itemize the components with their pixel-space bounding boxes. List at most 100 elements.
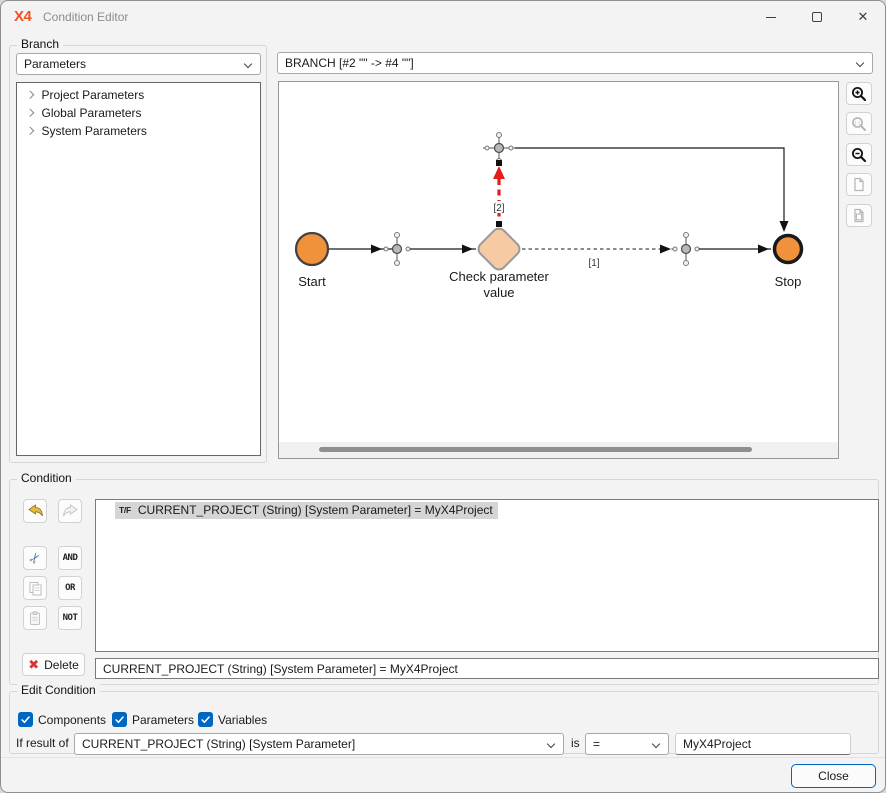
zoom-out-button[interactable] xyxy=(846,143,872,166)
flow-edge[interactable] xyxy=(515,148,784,229)
condition-node-label: value xyxy=(483,285,514,300)
condition-list-row[interactable]: T/F CURRENT_PROJECT (String) [System Par… xyxy=(115,501,878,520)
chevron-down-icon xyxy=(547,740,555,748)
and-button[interactable]: AND xyxy=(58,546,82,570)
chevron-down-icon xyxy=(244,60,252,68)
minimize-button[interactable] xyxy=(748,1,794,33)
condition-group: Condition ✂ AND OR xyxy=(9,479,879,685)
close-button[interactable]: Close xyxy=(791,764,876,788)
not-label: NOT xyxy=(63,613,78,623)
edit-condition-group-label: Edit Condition xyxy=(17,683,100,697)
compare-value-input[interactable] xyxy=(675,733,851,755)
close-button-label: Close xyxy=(818,769,849,783)
close-window-button[interactable]: ✕ xyxy=(840,1,886,33)
zoom-actual-size-icon: 1:1 xyxy=(851,116,867,132)
canvas-horizontal-scrollbar[interactable] xyxy=(279,442,838,458)
footer-divider xyxy=(1,757,885,758)
parameter-select-value: CURRENT_PROJECT (String) [System Paramet… xyxy=(82,737,355,751)
condition-row-selected[interactable]: T/F CURRENT_PROJECT (String) [System Par… xyxy=(115,502,498,519)
zoom-actual-size-button[interactable]: 1:1 xyxy=(846,112,872,135)
parameters-tree[interactable]: Project Parameters Global Parameters Sys… xyxy=(16,82,261,456)
arrowhead-icon xyxy=(660,245,671,254)
tree-item-global-parameters[interactable]: Global Parameters xyxy=(17,104,260,122)
tree-item-system-parameters[interactable]: System Parameters xyxy=(17,122,260,140)
title-bar[interactable]: X4 Condition Editor ✕ xyxy=(1,1,885,33)
variables-checkbox[interactable]: Variables xyxy=(198,712,267,727)
zoom-in-icon xyxy=(851,86,867,102)
svg-text:1:1: 1:1 xyxy=(854,120,861,125)
condition-expression-field[interactable]: CURRENT_PROJECT (String) [System Paramet… xyxy=(95,658,879,679)
edit-condition-group: Edit Condition Components Parameters Var… xyxy=(9,691,879,754)
branch-select[interactable]: BRANCH [#2 "" -> #4 ""] xyxy=(277,52,873,74)
stop-node-label: Stop xyxy=(775,274,802,289)
scrollbar-thumb[interactable] xyxy=(319,447,752,452)
zoom-in-button[interactable] xyxy=(846,82,872,105)
condition-group-label: Condition xyxy=(17,471,76,485)
page-icon xyxy=(852,177,866,192)
checkbox-checked-icon[interactable] xyxy=(198,712,213,727)
chevron-right-icon[interactable] xyxy=(26,109,34,117)
workflow-diagram: [1] xyxy=(279,82,838,442)
branch-edge-2-selected[interactable]: [2] xyxy=(490,160,508,227)
copy-icon xyxy=(28,581,43,596)
operator-select[interactable]: = xyxy=(585,733,669,755)
operator-select-value: = xyxy=(593,737,600,751)
or-label: OR xyxy=(65,583,75,593)
scissors-icon: ✂ xyxy=(26,549,44,567)
chevron-down-icon xyxy=(652,740,660,748)
checkbox-checked-icon[interactable] xyxy=(112,712,127,727)
delete-button[interactable]: ✖ Delete xyxy=(22,653,85,676)
redo-button[interactable] xyxy=(58,499,82,523)
edge-connector-node[interactable] xyxy=(384,233,410,266)
redo-icon xyxy=(62,504,79,518)
start-node-label: Start xyxy=(298,274,326,289)
branch-source-select[interactable]: Parameters xyxy=(16,53,261,75)
stop-node[interactable] xyxy=(775,236,802,263)
paste-icon xyxy=(28,611,42,626)
window-title: Condition Editor xyxy=(43,10,128,24)
not-button[interactable]: NOT xyxy=(58,606,82,630)
tree-item-label: Global Parameters xyxy=(42,106,142,120)
chevron-right-icon[interactable] xyxy=(26,91,34,99)
edge-2-label: [2] xyxy=(493,203,504,214)
page-icon xyxy=(852,208,866,223)
start-node[interactable] xyxy=(296,233,328,265)
checkbox-checked-icon[interactable] xyxy=(18,712,33,727)
if-result-of-label: If result of xyxy=(16,736,69,750)
parameter-select[interactable]: CURRENT_PROJECT (String) [System Paramet… xyxy=(74,733,564,755)
true-false-icon: T/F xyxy=(119,505,131,515)
fit-width-button[interactable] xyxy=(846,204,872,227)
zoom-out-icon xyxy=(851,147,867,163)
maximize-button[interactable] xyxy=(794,1,840,33)
condition-node[interactable] xyxy=(476,226,523,273)
or-button[interactable]: OR xyxy=(58,576,82,600)
chevron-right-icon[interactable] xyxy=(26,127,34,135)
tree-item-project-parameters[interactable]: Project Parameters xyxy=(17,86,260,104)
paste-button[interactable] xyxy=(23,606,47,630)
condition-editor-dialog: X4 Condition Editor ✕ Branch Parameters … xyxy=(0,0,886,793)
condition-list[interactable]: T/F CURRENT_PROJECT (String) [System Par… xyxy=(95,499,879,652)
chevron-down-icon xyxy=(856,59,864,67)
components-checkbox[interactable]: Components xyxy=(18,712,106,727)
close-icon: ✕ xyxy=(858,9,869,25)
undo-icon xyxy=(27,504,44,518)
workflow-canvas[interactable]: [1] xyxy=(278,81,839,459)
cut-button[interactable]: ✂ xyxy=(23,546,47,570)
delete-x-icon: ✖ xyxy=(28,658,39,671)
branch-group-label: Branch xyxy=(17,37,63,51)
maximize-icon xyxy=(812,12,822,22)
undo-button[interactable] xyxy=(23,499,47,523)
fit-page-button[interactable] xyxy=(846,173,872,196)
edge-connector-node[interactable] xyxy=(483,133,515,164)
condition-expression-text: CURRENT_PROJECT (String) [System Paramet… xyxy=(103,662,458,676)
branch-source-value: Parameters xyxy=(24,57,86,71)
copy-button[interactable] xyxy=(23,576,47,600)
delete-label: Delete xyxy=(44,658,79,672)
arrowhead-icon xyxy=(371,245,382,254)
x4-logo-icon: X4 xyxy=(14,8,31,25)
parameters-checkbox[interactable]: Parameters xyxy=(112,712,194,727)
checkbox-label: Variables xyxy=(218,713,267,727)
branch-select-value: BRANCH [#2 "" -> #4 ""] xyxy=(285,56,414,70)
edge-connector-node[interactable] xyxy=(673,233,699,266)
edge-1-label: [1] xyxy=(588,258,599,269)
